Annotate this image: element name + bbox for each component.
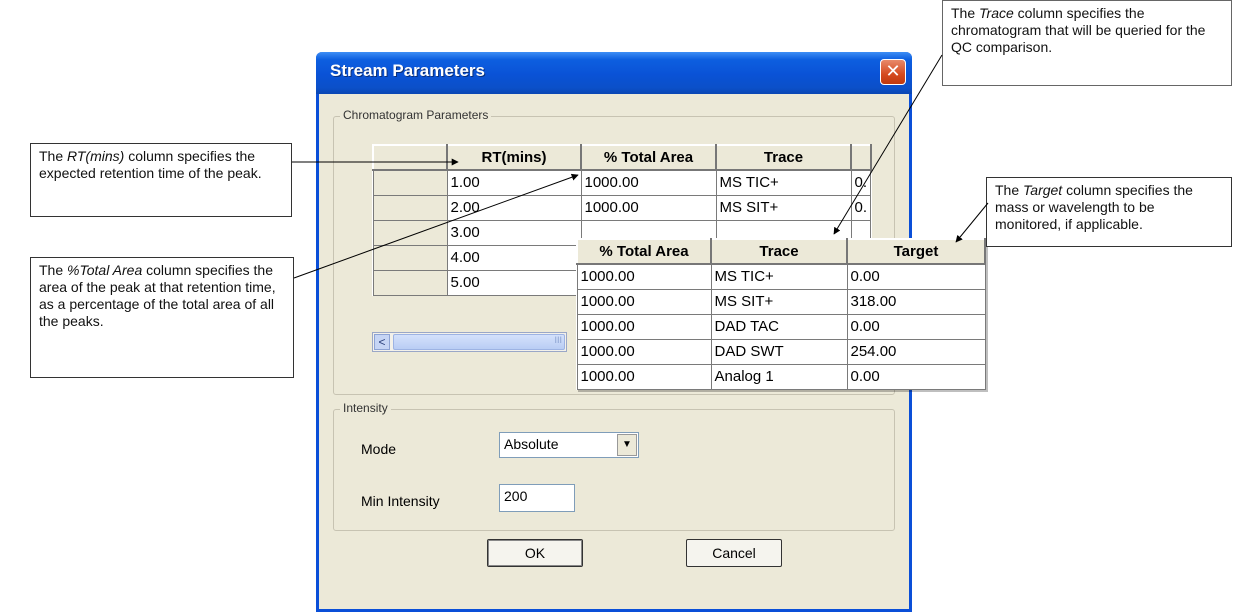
table-row[interactable]: 1000.00 Analog 1 0.00 — [576, 363, 986, 390]
mode-select-value: Absolute — [504, 436, 559, 452]
table-row[interactable]: 1.00 1000.00 MS TIC+ 0. — [372, 169, 872, 196]
intensity-group: Intensity — [333, 401, 895, 531]
trace-callout: The Trace column specifies the chromatog… — [942, 0, 1232, 86]
table-row[interactable]: 2.00 1000.00 MS SIT+ 0. — [372, 194, 872, 221]
row-header[interactable] — [372, 194, 448, 221]
cell-target[interactable]: 0. — [850, 194, 872, 221]
chevron-left-icon: < — [378, 335, 386, 349]
cell-area[interactable]: 1000.00 — [580, 169, 717, 196]
target-columns-grid: % Total Area Trace Target 1000.00 MS TIC… — [576, 238, 986, 390]
row-header[interactable] — [372, 269, 448, 296]
cell-rt[interactable]: 1.00 — [446, 169, 582, 196]
chevron-down-icon[interactable]: ▼ — [617, 434, 637, 456]
cell-area[interactable]: 1000.00 — [576, 363, 712, 390]
cell-target[interactable]: 0. — [850, 169, 872, 196]
cell-area[interactable]: 1000.00 — [580, 194, 717, 221]
chromatogram-parameters-label: Chromatogram Parameters — [340, 108, 492, 122]
cell-target[interactable]: 318.00 — [846, 288, 986, 315]
cell-area[interactable]: 1000.00 — [576, 338, 712, 365]
cell-rt[interactable]: 5.00 — [446, 269, 582, 296]
cell-target[interactable]: 0.00 — [846, 363, 986, 390]
column-header-total-area[interactable]: % Total Area — [576, 238, 712, 265]
ok-button[interactable]: OK — [487, 539, 583, 567]
table-row[interactable]: 1000.00 MS TIC+ 0.00 — [576, 263, 986, 290]
cell-rt[interactable]: 3.00 — [446, 219, 582, 246]
min-intensity-input[interactable]: 200 — [499, 484, 575, 512]
table-row[interactable]: 1000.00 MS SIT+ 318.00 — [576, 288, 986, 315]
cell-trace[interactable]: DAD SWT — [710, 338, 848, 365]
column-header-trace[interactable]: Trace — [715, 144, 852, 171]
cancel-button[interactable]: Cancel — [686, 539, 782, 567]
column-header-target-partial[interactable] — [850, 144, 872, 171]
close-icon: ✕ — [885, 61, 901, 81]
cell-trace[interactable]: Analog 1 — [710, 363, 848, 390]
cell-trace[interactable]: MS SIT+ — [715, 194, 852, 221]
grid-header-row: % Total Area Trace Target — [576, 238, 986, 265]
grid-corner-header — [372, 144, 448, 171]
intensity-label: Intensity — [340, 401, 391, 415]
mode-select[interactable]: Absolute ▼ — [499, 432, 639, 458]
table-row[interactable]: 1000.00 DAD TAC 0.00 — [576, 313, 986, 340]
cell-target[interactable]: 254.00 — [846, 338, 986, 365]
scroll-left-button[interactable]: < — [374, 334, 390, 350]
cell-trace[interactable]: MS TIC+ — [715, 169, 852, 196]
cell-target[interactable]: 0.00 — [846, 263, 986, 290]
cell-trace[interactable]: MS TIC+ — [710, 263, 848, 290]
rt-callout: The RT(mins) column specifies the expect… — [30, 143, 292, 217]
column-header-target[interactable]: Target — [846, 238, 986, 265]
row-header[interactable] — [372, 169, 448, 196]
grid-header-row: RT(mins) % Total Area Trace — [372, 144, 872, 171]
cell-area[interactable]: 1000.00 — [576, 263, 712, 290]
scrollbar-thumb[interactable]: III — [393, 334, 565, 350]
cell-area[interactable]: 1000.00 — [576, 288, 712, 315]
row-header[interactable] — [372, 219, 448, 246]
cell-rt[interactable]: 4.00 — [446, 244, 582, 271]
dialog-titlebar[interactable]: Stream Parameters ✕ — [316, 52, 912, 94]
cell-rt[interactable]: 2.00 — [446, 194, 582, 221]
target-callout: The Target column specifies the mass or … — [986, 177, 1232, 247]
table-row[interactable]: 1000.00 DAD SWT 254.00 — [576, 338, 986, 365]
target-callout-arrow — [955, 202, 989, 243]
column-header-total-area[interactable]: % Total Area — [580, 144, 717, 171]
close-button[interactable]: ✕ — [880, 59, 906, 85]
min-intensity-label: Min Intensity — [361, 493, 440, 509]
cell-area[interactable]: 1000.00 — [576, 313, 712, 340]
cell-trace[interactable]: DAD TAC — [710, 313, 848, 340]
row-header[interactable] — [372, 244, 448, 271]
cell-trace[interactable]: MS SIT+ — [710, 288, 848, 315]
grid-horizontal-scrollbar[interactable]: < III — [372, 332, 567, 352]
column-header-rt[interactable]: RT(mins) — [446, 144, 582, 171]
total-area-callout: The %Total Area column specifies the are… — [30, 257, 294, 378]
scrollbar-grip-icon: III — [554, 335, 562, 345]
dialog-title: Stream Parameters — [330, 61, 485, 80]
column-header-trace[interactable]: Trace — [710, 238, 848, 265]
cell-target[interactable]: 0.00 — [846, 313, 986, 340]
mode-label: Mode — [361, 441, 397, 457]
